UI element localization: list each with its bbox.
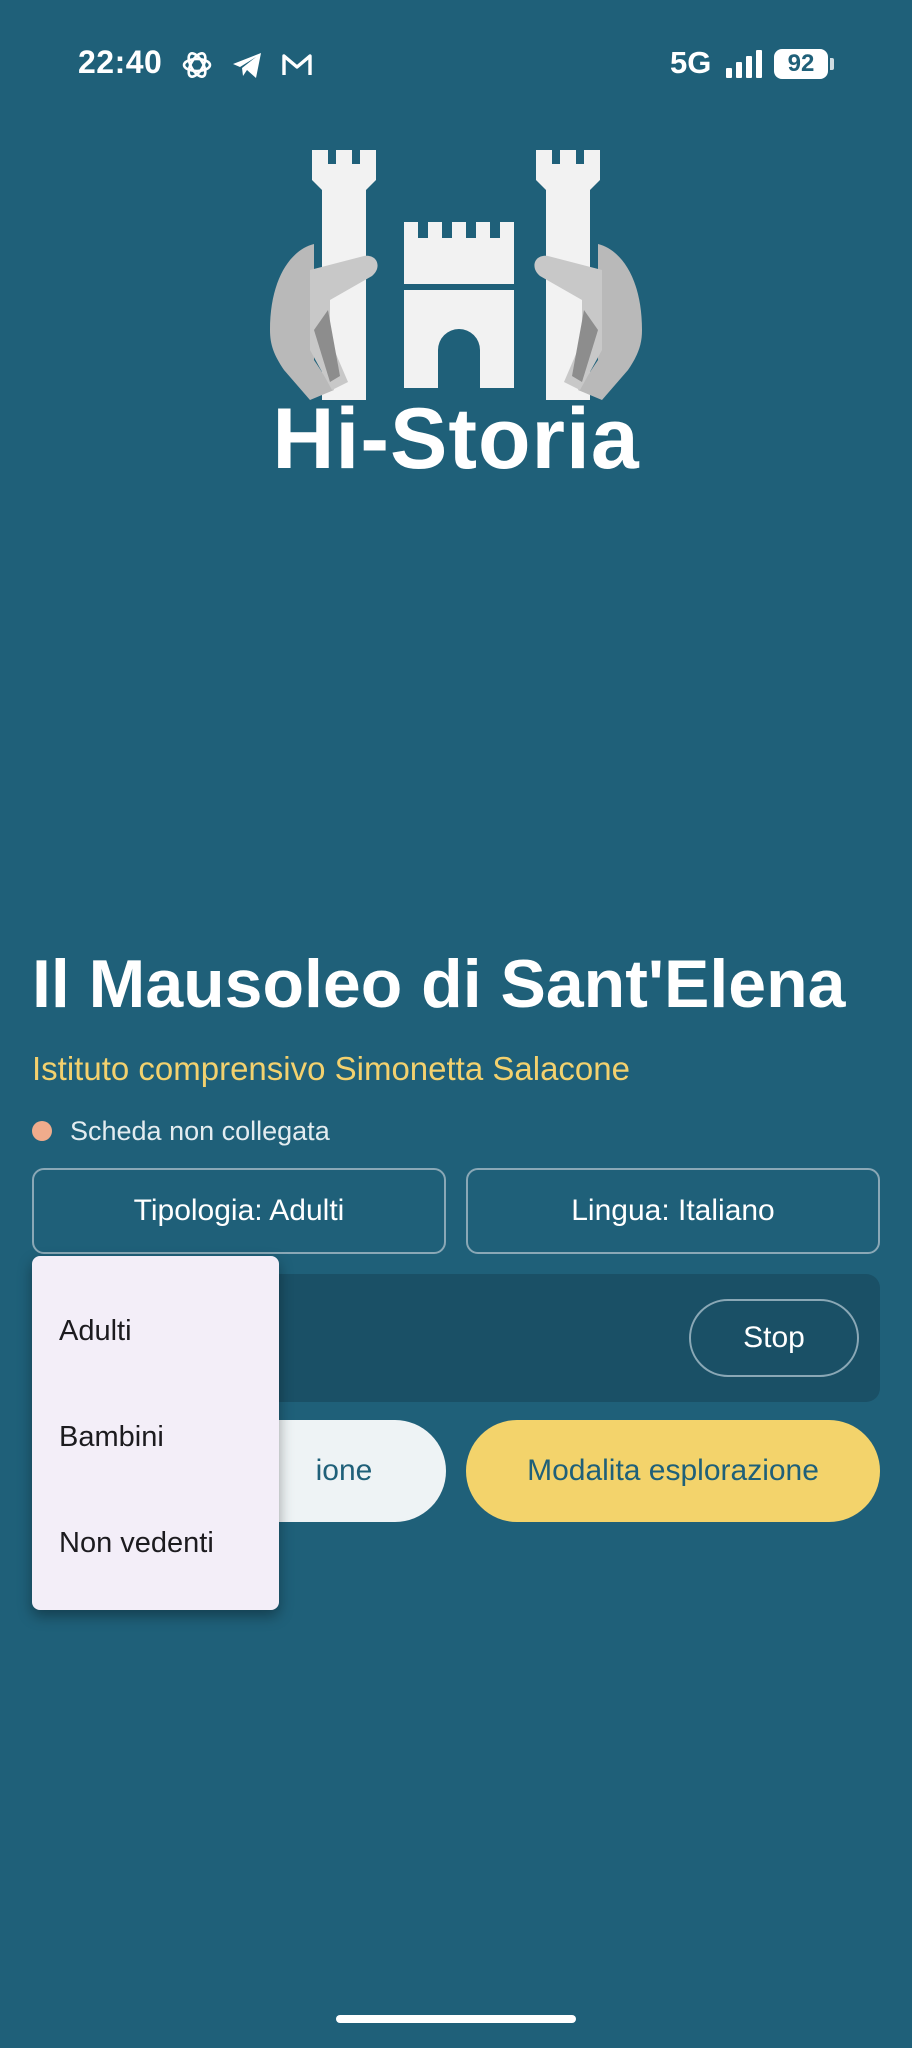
dropdown-item-non-vedenti[interactable]: Non vedenti: [32, 1490, 279, 1596]
battery-tip: [830, 58, 834, 70]
status-bar: 22:40 5G 92: [0, 0, 912, 130]
status-time: 22:40: [78, 44, 163, 80]
page-title: Il Mausoleo di Sant'Elena: [32, 946, 846, 1022]
connection-status-text: Scheda non collegata: [70, 1115, 330, 1146]
guided-mode-label: ione: [315, 1454, 373, 1487]
status-dot-icon: [32, 1121, 52, 1141]
telegram-icon: [233, 53, 261, 78]
castle-logo-icon: [270, 150, 642, 400]
battery-icon: 92: [774, 49, 828, 79]
page-subtitle: Istituto comprensivo Simonetta Salacone: [32, 1050, 630, 1087]
chatgpt-icon: [182, 52, 212, 78]
signal-icon: [726, 50, 762, 78]
dropdown-item-adulti[interactable]: Adulti: [32, 1278, 279, 1384]
gmail-icon: [282, 54, 312, 75]
explore-mode-button[interactable]: Modalita esplorazione: [466, 1420, 880, 1522]
type-selector-button[interactable]: Tipologia: Adulti: [32, 1168, 446, 1254]
stop-button[interactable]: Stop: [689, 1299, 859, 1377]
logo-text: Hi-Storia: [272, 391, 640, 487]
connection-status: Scheda non collegata: [32, 1114, 330, 1148]
home-indicator[interactable]: [336, 2015, 576, 2023]
type-dropdown-menu: Adulti Bambini Non vedenti: [32, 1256, 279, 1610]
network-type: 5G: [670, 45, 712, 80]
language-selector-button[interactable]: Lingua: Italiano: [466, 1168, 880, 1254]
dropdown-item-bambini[interactable]: Bambini: [32, 1384, 279, 1490]
